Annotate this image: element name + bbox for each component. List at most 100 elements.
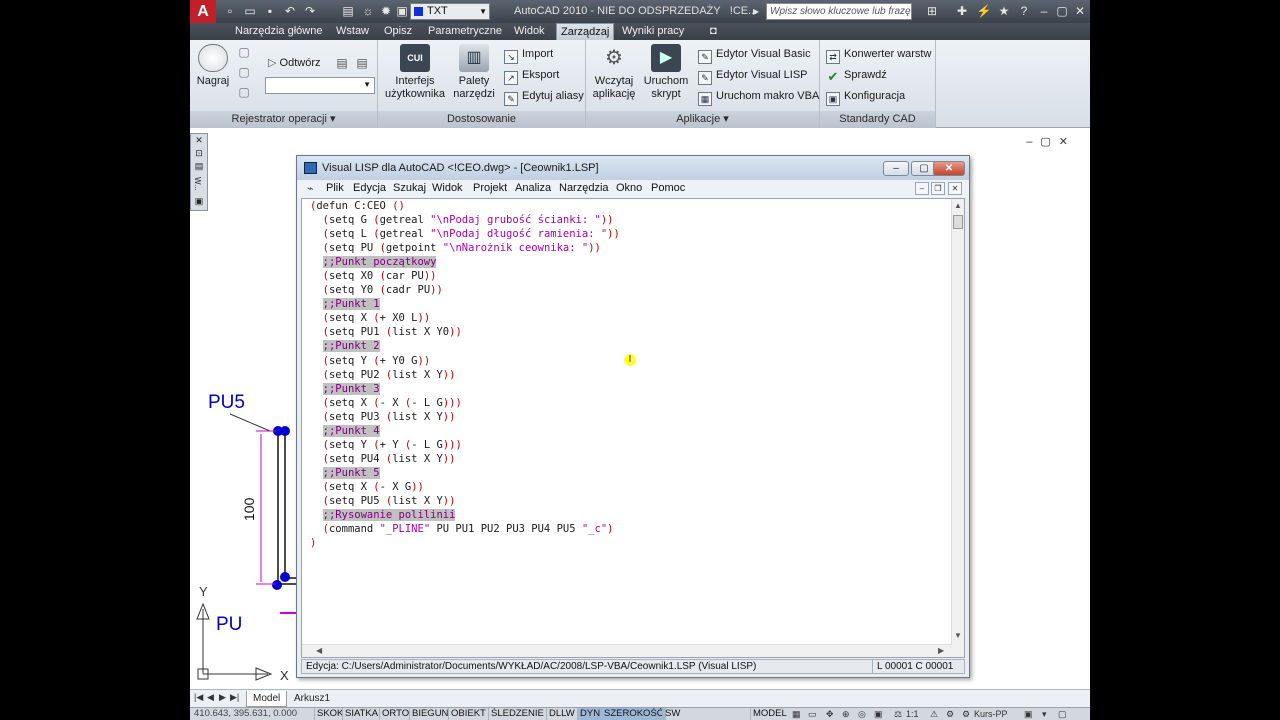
code-line[interactable]: (setq PU4 (list X Y)) <box>310 452 620 466</box>
toggle-qp[interactable]: SW <box>662 708 682 720</box>
annotation-scale[interactable]: 1:1 <box>906 708 919 720</box>
code-line[interactable]: (setq L (getreal "\nPodaj długość ramien… <box>310 227 620 241</box>
tab-home[interactable]: Narzędzia główne <box>231 23 326 40</box>
new-icon[interactable]: ▫ <box>222 3 238 19</box>
preferences-icon[interactable]: ▤ <box>334 55 350 71</box>
toggle-grid[interactable]: SIATKA <box>342 708 380 720</box>
menu-search[interactable]: Szukaj <box>393 182 426 194</box>
steering-wheel-icon[interactable]: ◎ <box>858 708 866 720</box>
layout-icon[interactable]: ▦ <box>792 708 801 720</box>
code-line[interactable]: (command "_PLINE" PU PU1 PU2 PU3 PU4 PU5… <box>310 522 620 536</box>
scroll-up-icon[interactable]: ▲ <box>954 201 962 210</box>
toggle-osnap[interactable]: OBIEKT <box>448 708 488 720</box>
toggle-snap[interactable]: SKOK <box>314 708 345 720</box>
annotation-scale-icon[interactable]: ⚖ <box>894 708 902 720</box>
code-line[interactable]: (setq PU3 (list X Y)) <box>310 410 620 424</box>
scroll-right-icon[interactable]: ▶ <box>938 646 944 655</box>
expand-icon[interactable]: ▸ <box>748 3 764 19</box>
next-layout-icon[interactable]: ▶ <box>219 692 226 703</box>
menu-window[interactable]: Okno <box>616 182 642 194</box>
toggle-ducs[interactable]: DLLW <box>546 708 577 720</box>
pan-icon[interactable]: ✥ <box>826 708 834 720</box>
code-line[interactable]: (setq X (- X G)) <box>310 480 620 494</box>
code-line[interactable]: (setq Y0 (cadr PU)) <box>310 283 620 297</box>
run-script-button[interactable]: ▶ Uruchom skrypt <box>642 44 690 101</box>
check-button[interactable]: ✔ Sprawdź <box>826 66 887 84</box>
cui-button[interactable]: CUI Interfejs użytkownika <box>383 44 447 101</box>
toggle-ortho[interactable]: ORTO <box>379 708 411 720</box>
insert-message-icon[interactable]: ▢ <box>236 44 252 60</box>
close-icon[interactable]: ✕ <box>1072 3 1088 19</box>
tools-icon[interactable]: ✚ <box>954 3 970 19</box>
export-button[interactable]: ↗ Eksport <box>504 66 559 85</box>
first-layout-icon[interactable]: |◀ <box>194 692 203 703</box>
code-line[interactable]: ;;Rysowanie polilinii <box>310 508 620 522</box>
open-icon[interactable]: ▭ <box>242 3 258 19</box>
layout-tab-model[interactable]: Model <box>246 691 288 707</box>
quick-view-icon[interactable]: ▭ <box>808 708 817 720</box>
lock-icon[interactable]: ▣ <box>394 3 410 19</box>
toggle-otrack[interactable]: ŚLEDZENIE <box>488 708 546 720</box>
layout-tab-sheet1[interactable]: Arkusz1 <box>288 691 336 707</box>
manage-macros-icon[interactable]: ▤ <box>354 55 370 71</box>
panel-title-recorder[interactable]: Rejestrator operacji ▾ <box>190 111 377 128</box>
code-line[interactable]: ;;Punkt 5 <box>310 466 620 480</box>
autocad-logo-icon[interactable]: A <box>190 0 216 23</box>
edit-aliases-button[interactable]: ✎ Edytuj aliasy <box>504 87 584 106</box>
request-input-icon[interactable]: ▢ <box>236 64 252 80</box>
import-button[interactable]: ↘ Import <box>504 45 553 64</box>
code-editor[interactable]: (defun C:CEO () (setq G (getreal "\nPoda… <box>301 198 965 658</box>
doc-close-icon[interactable]: ✕ <box>948 182 962 195</box>
code-line[interactable]: ;;Punkt 4 <box>310 424 620 438</box>
macro-select[interactable]: ▼ <box>265 77 375 94</box>
vlisp-minimize-button[interactable]: – <box>883 161 909 176</box>
tab-annotate[interactable]: Opisz <box>380 23 416 40</box>
save-icon[interactable]: ▪ <box>262 3 278 19</box>
toggle-dyn[interactable]: DYN <box>577 708 603 720</box>
menu-help[interactable]: Pomoc <box>651 182 685 194</box>
vba-editor-button[interactable]: ✎ Edytor Visual Basic <box>698 45 811 64</box>
scroll-down-icon[interactable]: ▼ <box>954 631 962 640</box>
tab-view[interactable]: Widok <box>510 23 549 40</box>
code-line[interactable]: ;;Punkt 1 <box>310 297 620 311</box>
visual-lisp-editor-button[interactable]: ✎ Edytor Visual LISP <box>698 66 808 85</box>
ribbon-toggle-icon[interactable]: ◘ <box>706 23 721 40</box>
load-application-button[interactable]: ⚙ Wczytaj aplikację <box>590 44 638 101</box>
base-point-icon[interactable]: ▢ <box>236 84 252 100</box>
undo-icon[interactable]: ↶ <box>282 3 298 19</box>
bulb-icon[interactable]: ☼ <box>360 3 376 19</box>
run-vba-macro-button[interactable]: ▦ Uruchom makro VBA <box>698 87 819 106</box>
code-line[interactable]: (setq G (getreal "\nPodaj grubość ściank… <box>310 213 620 227</box>
code-line[interactable]: (defun C:CEO () <box>310 199 620 213</box>
menu-edit[interactable]: Edycja <box>353 182 386 194</box>
scroll-left-icon[interactable]: ◀ <box>316 646 322 655</box>
vlisp-title-bar[interactable]: Visual LISP dla AutoCAD <!CEO.dwg> - [Ce… <box>297 156 969 180</box>
code-line[interactable]: ;;Punkt 2 <box>310 339 620 353</box>
maximize-icon[interactable]: ▢ <box>1054 3 1070 19</box>
tab-parametric[interactable]: Parametryczne <box>424 23 506 40</box>
communication-icon[interactable]: ⚡ <box>976 3 992 19</box>
model-space-button[interactable]: MODEL <box>750 708 789 720</box>
vlisp-close-button[interactable]: ✕ <box>933 161 965 176</box>
menu-tools[interactable]: Narzędzia <box>559 182 609 194</box>
tool-palettes-button[interactable]: ▥ Palety narzędzi <box>450 44 498 101</box>
layer-translator-button[interactable]: ⇄ Konwerter warstw <box>826 45 931 64</box>
configure-button[interactable]: ▣ Konfiguracja <box>826 87 905 106</box>
toggle-lineweight[interactable]: SZEROKOŚĆ <box>601 708 666 720</box>
code-line[interactable]: (setq PU5 (list X Y)) <box>310 494 620 508</box>
doc-minimize-icon[interactable]: – <box>915 182 929 195</box>
favorites-icon[interactable]: ★ <box>996 3 1012 19</box>
sun-icon[interactable]: ✹ <box>378 3 394 19</box>
vlisp-menu-icon[interactable]: ⌁ <box>307 182 314 195</box>
record-button[interactable]: Nagraj <box>196 44 230 88</box>
coordinate-readout[interactable]: 410.643, 395.631, 0.000 <box>194 708 297 720</box>
code-line[interactable]: ;;Punkt początkowy <box>310 255 620 269</box>
code-text[interactable]: (defun C:CEO () (setq G (getreal "\nPoda… <box>310 199 620 550</box>
horizontal-scrollbar[interactable]: ◀ ▶ <box>302 644 952 657</box>
code-line[interactable]: ) <box>310 536 620 550</box>
menu-project[interactable]: Projekt <box>473 182 507 194</box>
vertical-scrollbar[interactable]: ▲ ▼ <box>951 199 964 657</box>
code-line[interactable]: (setq PU (getpoint "\nNarożnik ceownika:… <box>310 241 620 255</box>
toggle-polar[interactable]: BIEGUN <box>409 708 450 720</box>
layer-combo[interactable]: TXT ▼ <box>410 3 490 20</box>
